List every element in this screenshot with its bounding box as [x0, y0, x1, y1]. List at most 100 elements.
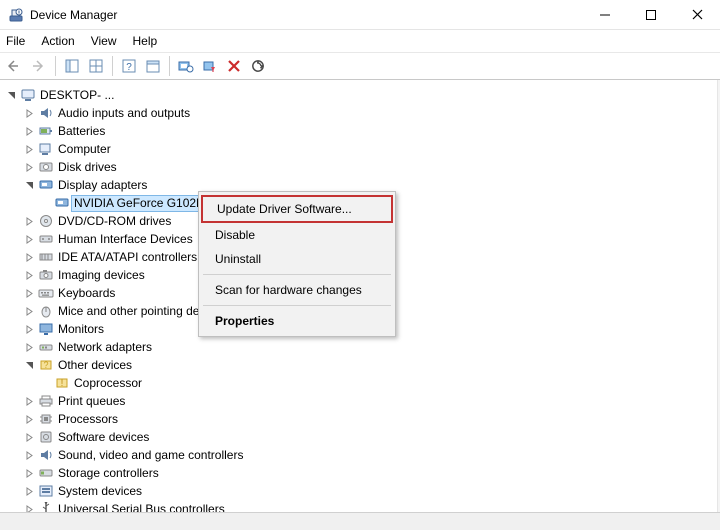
tree-node-software-devices[interactable]: Software devices: [4, 428, 711, 446]
minimize-button[interactable]: [582, 0, 628, 29]
context-menu: Update Driver Software... Disable Uninst…: [198, 191, 396, 337]
node-label: Monitors: [58, 322, 104, 336]
tree-node-usb[interactable]: Universal Serial Bus controllers: [4, 500, 711, 512]
maximize-button[interactable]: [628, 0, 674, 29]
tree-node-network[interactable]: Network adapters: [4, 338, 711, 356]
pc-icon: [38, 141, 54, 157]
expander-icon[interactable]: [22, 142, 36, 156]
svg-text:?: ?: [126, 62, 132, 73]
audio-icon: [38, 105, 54, 121]
expander-icon[interactable]: [22, 268, 36, 282]
toolbar-separator: [55, 56, 56, 76]
menu-bar: File Action View Help: [0, 30, 720, 52]
tree-node-other-devices[interactable]: ? Other devices: [4, 356, 711, 374]
expander-icon[interactable]: [22, 160, 36, 174]
other-devices-icon: ?: [38, 357, 54, 373]
camera-icon: [38, 267, 54, 283]
computer-icon: [20, 87, 36, 103]
status-bar: [0, 512, 720, 530]
expander-icon[interactable]: [22, 304, 36, 318]
toolbar-separator: [169, 56, 170, 76]
expander-icon[interactable]: [22, 466, 36, 480]
keyboard-icon: [38, 285, 54, 301]
node-label: Disk drives: [58, 160, 117, 174]
expander-icon[interactable]: [22, 430, 36, 444]
node-label: Print queues: [58, 394, 125, 408]
show-hide-tree-button[interactable]: [61, 55, 83, 77]
disk-icon: [38, 159, 54, 175]
app-icon: [8, 7, 24, 23]
window-title: Device Manager: [30, 8, 582, 22]
expander-icon[interactable]: [22, 358, 36, 372]
display-adapter-icon: [38, 177, 54, 193]
network-icon: [38, 339, 54, 355]
expander-icon[interactable]: [22, 286, 36, 300]
expander-icon[interactable]: [22, 214, 36, 228]
tree-node-print-queues[interactable]: Print queues: [4, 392, 711, 410]
help-button[interactable]: ?: [118, 55, 140, 77]
toolbar-separator: [112, 56, 113, 76]
ctx-uninstall[interactable]: Uninstall: [201, 247, 393, 271]
sound-icon: [38, 447, 54, 463]
expander-icon[interactable]: [22, 106, 36, 120]
ctx-scan-hardware[interactable]: Scan for hardware changes: [201, 278, 393, 302]
tree-node-disk-drives[interactable]: Disk drives: [4, 158, 711, 176]
tree-node-system-devices[interactable]: System devices: [4, 482, 711, 500]
uninstall-button[interactable]: [223, 55, 245, 77]
title-bar: Device Manager: [0, 0, 720, 30]
expander-icon[interactable]: [4, 88, 18, 102]
node-label: System devices: [58, 484, 142, 498]
disable-button[interactable]: [199, 55, 221, 77]
menu-file[interactable]: File: [6, 34, 25, 48]
forward-button[interactable]: [28, 55, 50, 77]
tree-node-storage-controllers[interactable]: Storage controllers: [4, 464, 711, 482]
expander-icon[interactable]: [22, 502, 36, 512]
node-label: IDE ATA/ATAPI controllers: [58, 250, 197, 264]
expander-icon[interactable]: [22, 412, 36, 426]
node-label: Batteries: [58, 124, 105, 138]
software-icon: [38, 429, 54, 445]
expander-icon[interactable]: [22, 178, 36, 192]
scan-hardware-button[interactable]: [247, 55, 269, 77]
back-button[interactable]: [4, 55, 26, 77]
ctx-update-driver[interactable]: Update Driver Software...: [203, 197, 391, 221]
expander-icon[interactable]: [22, 340, 36, 354]
tree-node-sound-video[interactable]: Sound, video and game controllers: [4, 446, 711, 464]
view-devices-by-type-button[interactable]: [85, 55, 107, 77]
node-label: Computer: [58, 142, 111, 156]
ctx-separator: [203, 305, 391, 306]
expander-icon[interactable]: [22, 484, 36, 498]
menu-action[interactable]: Action: [41, 34, 74, 48]
node-label: Display adapters: [58, 178, 147, 192]
node-label: NVIDIA GeForce G102M: [74, 196, 206, 210]
update-driver-button[interactable]: [175, 55, 197, 77]
expander-icon[interactable]: [22, 250, 36, 264]
cpu-icon: [38, 411, 54, 427]
ctx-separator: [203, 274, 391, 275]
menu-view[interactable]: View: [91, 34, 117, 48]
battery-icon: [38, 123, 54, 139]
expander-icon[interactable]: [22, 394, 36, 408]
node-label: Sound, video and game controllers: [58, 448, 243, 462]
usb-icon: [38, 501, 54, 512]
expander-icon[interactable]: [22, 322, 36, 336]
tree-node-batteries[interactable]: Batteries: [4, 122, 711, 140]
node-label: Universal Serial Bus controllers: [58, 502, 225, 512]
tree-node-coprocessor[interactable]: ! Coprocessor: [4, 374, 711, 392]
close-button[interactable]: [674, 0, 720, 29]
printer-icon: [38, 393, 54, 409]
ctx-disable[interactable]: Disable: [201, 223, 393, 247]
node-label: Coprocessor: [74, 376, 142, 390]
tree-node-computer[interactable]: Computer: [4, 140, 711, 158]
node-label: Audio inputs and outputs: [58, 106, 190, 120]
system-icon: [38, 483, 54, 499]
menu-help[interactable]: Help: [133, 34, 158, 48]
tree-node-audio[interactable]: Audio inputs and outputs: [4, 104, 711, 122]
expander-icon[interactable]: [22, 232, 36, 246]
expander-icon[interactable]: [22, 124, 36, 138]
properties-button[interactable]: [142, 55, 164, 77]
ctx-properties[interactable]: Properties: [201, 309, 393, 333]
tree-node-processors[interactable]: Processors: [4, 410, 711, 428]
tree-root[interactable]: DESKTOP- ...: [4, 86, 711, 104]
expander-icon[interactable]: [22, 448, 36, 462]
